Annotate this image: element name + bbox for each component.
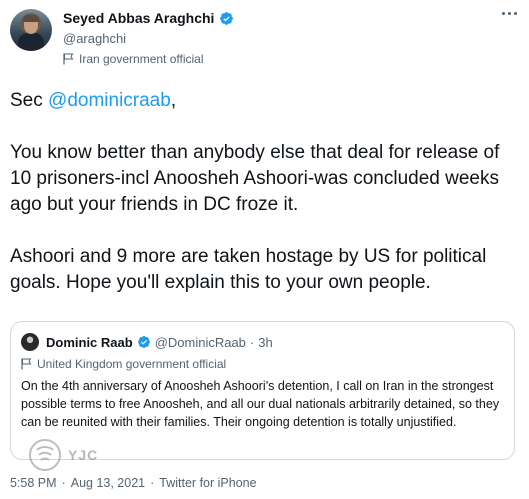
yjc-logo-icon [29,439,61,471]
watermark: YJC [28,438,98,472]
tweet-time[interactable]: 5:58 PM [10,476,57,490]
author-avatar[interactable] [10,9,52,51]
tweet: Seyed Abbas Araghchi @araghchi Iran gove… [0,0,529,499]
quoted-author-name: Dominic Raab [46,334,133,350]
flag-icon [21,358,32,370]
quoted-author-affiliation: United Kingdom government official [21,357,226,371]
tweet-paragraph-2: Ashoori and 9 more are taken hostage by … [10,246,492,293]
author-handle[interactable]: @araghchi [63,31,126,46]
author-label-text: Iran government official [79,52,204,66]
quoted-tweet-text: On the 4th anniversary of Anoosheh Ashoo… [21,379,500,429]
tweet-source[interactable]: Twitter for iPhone [159,476,256,490]
quoted-author-handle: @DominicRaab [154,334,246,350]
tweet-text: Sec @dominicraab, You know better than a… [10,88,515,296]
quoted-label-text: United Kingdom government official [37,357,227,371]
tweet-paragraph-1: You know better than anybody else that d… [10,142,505,215]
watermark-text: YJC [68,447,99,463]
verified-badge-icon [137,336,150,348]
author-name-row: Seyed Abbas Araghchi [63,10,234,26]
quoted-separator: · [249,334,255,350]
flag-icon [63,53,74,65]
mention-link[interactable]: @dominicraab [48,90,171,111]
verified-badge-icon [220,11,234,25]
author-affiliation: Iran government official [63,52,204,66]
quoted-author-avatar [21,333,39,351]
quoted-tweet-header: Dominic Raab @DominicRaab · 3h [21,333,273,351]
author-display-name[interactable]: Seyed Abbas Araghchi [63,10,214,26]
meta-separator-1: · [61,476,66,490]
greeting-suffix: , [170,90,177,111]
quoted-timestamp[interactable]: 3h [258,335,272,350]
greeting-prefix: Sec [10,90,49,111]
more-options-icon[interactable] [502,12,517,15]
tweet-date[interactable]: Aug 13, 2021 [71,476,145,490]
tweet-metadata: 5:58 PM · Aug 13, 2021 · Twitter for iPh… [10,476,257,490]
meta-separator-2: · [150,476,155,490]
